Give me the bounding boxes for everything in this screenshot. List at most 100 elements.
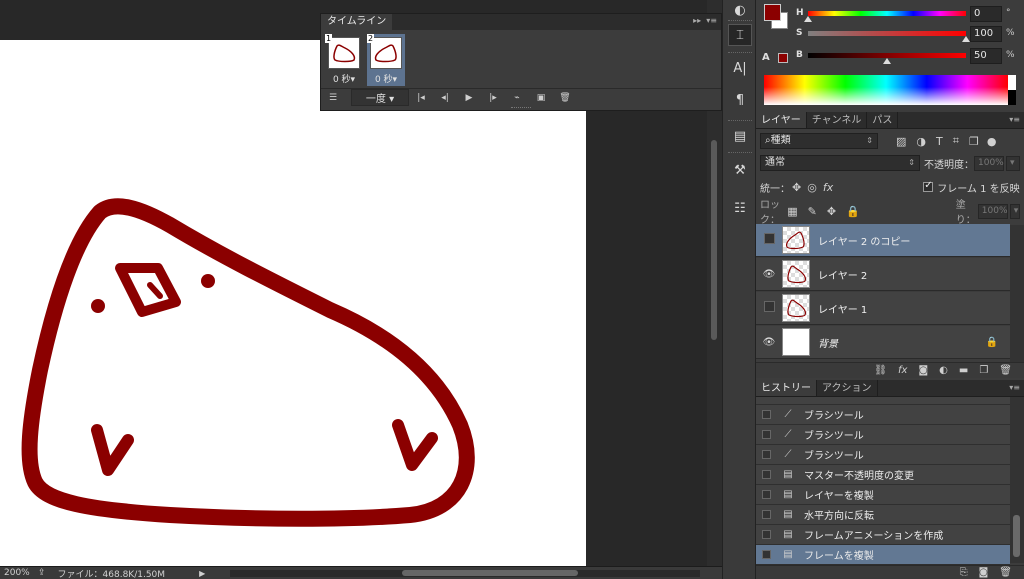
hue-input[interactable]: 0	[970, 6, 1002, 22]
eye-icon[interactable]: 👁	[756, 337, 782, 348]
tab-actions[interactable]: アクション	[817, 380, 878, 396]
zoom-level[interactable]: 200%	[0, 568, 38, 578]
delete-state-icon[interactable]: 🗑	[999, 567, 1012, 578]
new-snapshot-icon[interactable]: ◙	[979, 567, 989, 578]
tween-icon[interactable]: ⌁	[505, 93, 529, 103]
layer-row[interactable]: レイヤー 2 のコピー	[756, 224, 1010, 257]
panel-resize-grip[interactable]	[511, 107, 531, 109]
layer-name[interactable]: レイヤー 2 のコピー	[818, 233, 910, 248]
lock-transparency-icon[interactable]: ▦	[787, 205, 797, 218]
history-item[interactable]: ⟋ ブラシツール	[756, 405, 1010, 425]
new-adjustment-layer-icon[interactable]: ◐	[939, 365, 948, 376]
delete-frame-icon[interactable]: 🗑	[553, 93, 577, 103]
brightness-input[interactable]: 50	[970, 48, 1002, 64]
animation-frame[interactable]: 1 0 秒▾	[325, 34, 363, 86]
tab-timeline[interactable]: タイムライン	[321, 14, 393, 30]
unify-style-icon[interactable]: fx	[823, 181, 833, 194]
history-item[interactable]: ▤ マスター不透明度の変更	[756, 465, 1010, 485]
scroll-thumb[interactable]	[402, 570, 578, 576]
filter-type-icon[interactable]: T	[936, 135, 943, 148]
adjustments-icon[interactable]: ☷	[728, 198, 752, 220]
layer-row[interactable]: 👁 背景 🔒	[756, 326, 1010, 359]
foreground-color-swatch[interactable]	[764, 4, 781, 21]
history-item[interactable]: ▤ レイヤーを複製	[756, 485, 1010, 505]
lock-position-icon[interactable]: ✥	[827, 205, 836, 218]
layer-name[interactable]: 背景	[818, 335, 838, 350]
loop-options-dropdown[interactable]: 一度 ▾	[351, 89, 409, 106]
black-swatch[interactable]	[1008, 90, 1016, 105]
filter-adjustment-icon[interactable]: ◑	[916, 135, 926, 148]
checkbox-icon[interactable]	[923, 180, 934, 192]
history-snapshot-checkbox[interactable]	[762, 450, 771, 459]
filter-smart-object-icon[interactable]: ❐	[969, 135, 979, 148]
delete-layer-icon[interactable]: 🗑	[999, 365, 1012, 376]
add-mask-icon[interactable]: ◙	[918, 365, 928, 376]
link-layers-icon[interactable]: ⛓	[874, 365, 887, 376]
gamut-warning-swatch[interactable]	[778, 53, 788, 63]
tab-channels[interactable]: チャンネル	[807, 112, 868, 128]
character-icon[interactable]: A|	[728, 58, 752, 80]
history-brush-icon[interactable]: ◐	[728, 0, 752, 22]
filter-pixel-icon[interactable]: ▨	[896, 135, 906, 148]
lock-pixels-icon[interactable]: ✎	[808, 205, 817, 218]
layer-comps-icon[interactable]: ▤	[728, 126, 752, 148]
status-menu-arrow-icon[interactable]: ▶	[199, 569, 205, 578]
lock-all-icon[interactable]: 🔒	[846, 205, 860, 218]
paragraph-icon[interactable]: ¶	[728, 90, 752, 112]
hue-slider[interactable]	[808, 11, 966, 16]
filter-shape-icon[interactable]: ⌗	[953, 134, 959, 148]
layer-row[interactable]: 👁 レイヤー 2	[756, 258, 1010, 291]
scroll-thumb[interactable]	[711, 140, 717, 340]
tab-layers[interactable]: レイヤー	[756, 112, 807, 128]
new-layer-icon[interactable]: ❐	[979, 365, 988, 376]
layer-name[interactable]: レイヤー 2	[818, 267, 867, 282]
eye-icon[interactable]: 👁	[756, 269, 782, 280]
color-spectrum-ramp[interactable]	[764, 75, 1008, 105]
tool-presets-icon[interactable]: ⚒	[728, 160, 752, 182]
visibility-toggle[interactable]	[756, 301, 782, 315]
white-swatch[interactable]	[1008, 75, 1016, 90]
unify-position-icon[interactable]: ✥	[792, 181, 801, 194]
panel-menu-icon[interactable]: ▾≡	[1009, 383, 1020, 392]
history-snapshot-checkbox[interactable]	[762, 510, 771, 519]
history-snapshot-checkbox[interactable]	[762, 470, 771, 479]
animation-frame[interactable]: 2 0 秒▾	[367, 34, 405, 86]
saturation-input[interactable]: 100	[970, 26, 1002, 42]
new-group-icon[interactable]: ▬	[959, 365, 968, 376]
unify-visibility-icon[interactable]: ◎	[807, 181, 817, 194]
convert-to-video-timeline-icon[interactable]: ☰	[321, 93, 345, 103]
document-canvas[interactable]	[0, 40, 586, 566]
hue-slider-knob[interactable]	[804, 16, 812, 22]
timeline-icon[interactable]: ⌶	[728, 24, 752, 46]
opacity-dropdown-icon[interactable]: ▾	[1006, 155, 1020, 171]
history-item[interactable]: ▤ 水平方向に反転	[756, 505, 1010, 525]
fill-dropdown-icon[interactable]: ▾	[1009, 203, 1020, 219]
history-item[interactable]: ▤ フレームアニメーションを作成	[756, 525, 1010, 545]
next-frame-icon[interactable]: |▸	[481, 93, 505, 103]
previous-frame-icon[interactable]: ◂|	[433, 93, 457, 103]
frame-duration[interactable]: 0 秒▾	[325, 72, 363, 85]
history-item[interactable]: ▤ フレームを複製	[756, 545, 1010, 565]
panel-collapse-icon[interactable]: ▸▸ ▾≡	[693, 16, 717, 25]
share-icon[interactable]: ⇪	[38, 568, 46, 578]
frame-duration[interactable]: 0 秒▾	[367, 72, 405, 85]
saturation-slider-knob[interactable]	[962, 36, 970, 42]
history-scrollbar[interactable]	[1010, 397, 1024, 563]
history-item[interactable]: ⟋ ブラシツール	[756, 445, 1010, 465]
layer-style-icon[interactable]: fx	[898, 365, 907, 376]
first-frame-icon[interactable]: |◂	[409, 93, 433, 103]
layers-scrollbar[interactable]	[1010, 225, 1024, 375]
brightness-slider-knob[interactable]	[883, 58, 891, 64]
filter-toggle-icon[interactable]: ●	[987, 135, 997, 148]
layer-filter-kind-dropdown[interactable]: ⌕種類 ⇕	[760, 133, 878, 149]
panel-menu-icon[interactable]: ▾≡	[1009, 115, 1020, 124]
layer-row[interactable]: レイヤー 1	[756, 292, 1010, 325]
visibility-toggle[interactable]	[756, 233, 782, 247]
duplicate-frame-icon[interactable]: ▣	[529, 93, 553, 103]
history-item[interactable]: ⟋ ブラシツール	[756, 425, 1010, 445]
tab-history[interactable]: ヒストリー	[756, 380, 817, 396]
tab-paths[interactable]: パス	[867, 112, 899, 128]
fill-input[interactable]: 100%	[977, 203, 1008, 219]
history-snapshot-checkbox[interactable]	[762, 430, 771, 439]
new-document-from-state-icon[interactable]: ⎘	[960, 567, 968, 578]
